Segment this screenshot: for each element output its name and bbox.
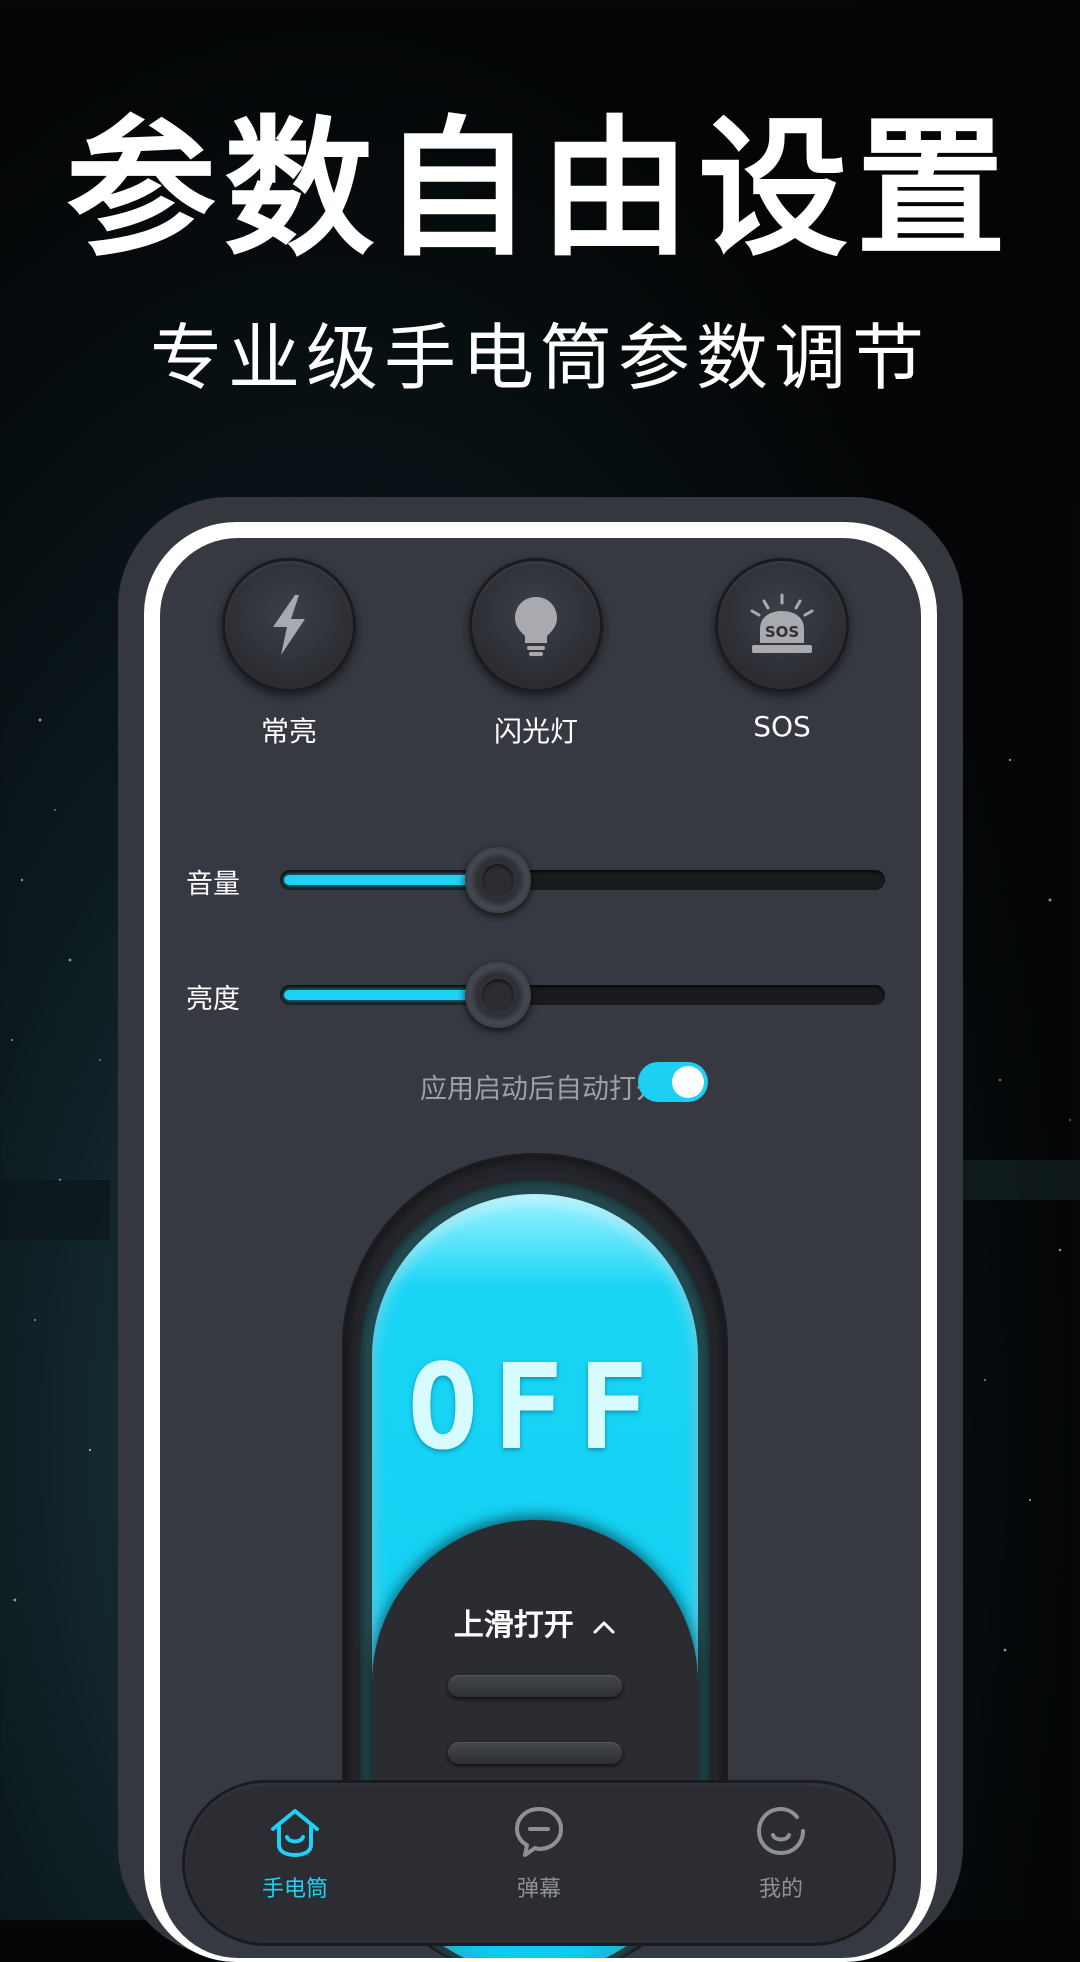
mode-steady-circle[interactable]: [222, 558, 356, 692]
chat-bubble-icon: [515, 1807, 563, 1857]
tab-profile[interactable]: 我的: [711, 1803, 851, 1903]
grip-bar: [448, 1675, 622, 1697]
mode-sos-label: SOS: [753, 710, 811, 743]
tab-flashlight-label: 手电筒: [261, 1877, 328, 1902]
mode-sos-circle[interactable]: SOS: [715, 558, 849, 692]
tab-danmaku-label: 弹幕: [516, 1877, 561, 1902]
volume-slider-row: 音量: [160, 840, 921, 920]
bottom-tab-bar: 手电筒 弹幕 我的: [185, 1783, 893, 1943]
lightning-icon: [273, 595, 305, 655]
slide-hint-text: 上滑打开: [453, 1608, 574, 1643]
chevron-up-icon: [593, 1621, 615, 1634]
headline: 参数自由设置: [65, 103, 1014, 277]
brightness-slider-track[interactable]: [280, 962, 885, 1028]
brightness-label: 亮度: [186, 984, 240, 1015]
auto-open-label: 应用启动后自动打开: [420, 1074, 663, 1105]
mode-steady-button[interactable]: 常亮: [209, 558, 369, 750]
brightness-slider-knob[interactable]: [465, 962, 531, 1028]
toggle-thumb: [672, 1066, 704, 1098]
svg-text:SOS: SOS: [765, 623, 799, 641]
auto-open-toggle[interactable]: [638, 1062, 708, 1102]
power-state-label: OFF: [407, 1338, 663, 1476]
flashlight-home-icon: [271, 1809, 319, 1858]
subheadline: 专业级手电筒参数调节: [149, 316, 930, 400]
auto-open-row: 应用启动后自动打开: [160, 1062, 921, 1106]
volume-slider-knob[interactable]: [465, 847, 531, 913]
tab-flashlight[interactable]: 手电筒: [225, 1803, 365, 1903]
grip-bar: [448, 1742, 622, 1764]
tab-danmaku[interactable]: 弹幕: [469, 1803, 609, 1903]
mode-sos-button[interactable]: SOS SOS: [702, 558, 862, 743]
profile-face-icon: [756, 1806, 805, 1856]
sos-siren-icon: SOS: [750, 593, 814, 653]
bulb-icon: [515, 597, 557, 656]
mode-strobe-button[interactable]: 闪光灯: [456, 558, 616, 750]
volume-slider-track[interactable]: [280, 847, 885, 913]
mode-steady-label: 常亮: [260, 715, 317, 748]
mode-strobe-circle[interactable]: [469, 558, 603, 692]
tab-profile-label: 我的: [758, 1877, 803, 1902]
app-screen: 常亮 闪光灯 SOS SOS 音量 亮度 应用启动后自动打开 OFF 上滑打开 …: [160, 538, 921, 1958]
slide-hint: 上滑打开: [372, 1600, 698, 1644]
brightness-slider-row: 亮度: [160, 955, 921, 1035]
mode-strobe-label: 闪光灯: [493, 715, 578, 748]
volume-label: 音量: [186, 869, 240, 900]
